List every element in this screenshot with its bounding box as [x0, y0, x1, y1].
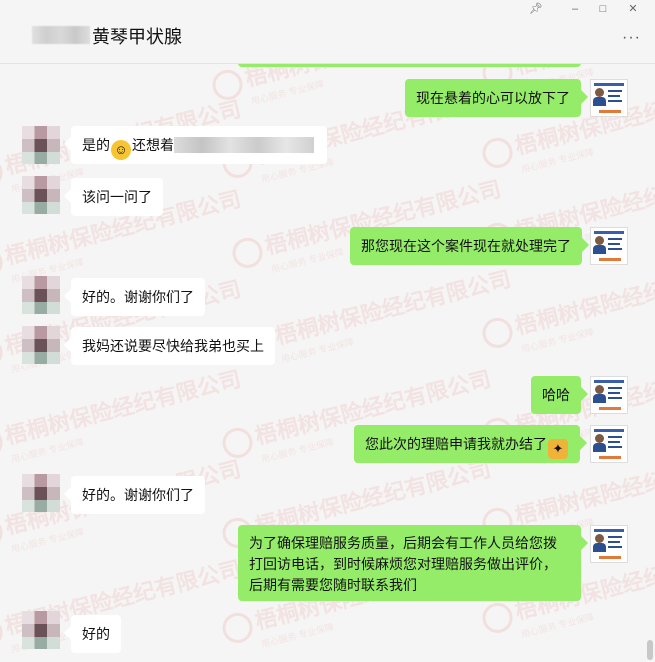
chat-title: 黄琴甲状腺	[92, 27, 182, 47]
maximize-icon[interactable]: □	[592, 2, 614, 16]
watermark: 梧桐树保险经纪有限公司用心服务 专业保障	[238, 261, 517, 374]
message-bubble[interactable]: 好的。谢谢你们了	[71, 476, 205, 514]
message-bubble[interactable]: 我妈还说要尽快给我弟也买上	[71, 327, 275, 365]
blurred-contact-name	[32, 26, 90, 44]
message-bubble[interactable]: 好的。谢谢你们了	[71, 278, 205, 316]
watermark: 梧桐树保险经纪有限公司用心服务 专业保障	[0, 361, 248, 474]
pin-icon[interactable]: 📌︎	[525, 2, 547, 16]
my-avatar[interactable]	[590, 376, 628, 414]
my-avatar[interactable]	[590, 79, 628, 117]
my-avatar[interactable]	[590, 525, 628, 563]
minimize-icon[interactable]: –	[564, 2, 586, 16]
message-bubble[interactable]: 现在悬着的心可以放下了	[405, 79, 581, 117]
blurred-text	[174, 137, 314, 153]
title-bar: 黄琴甲状腺 📌︎ – □ ✕ ···	[0, 0, 655, 64]
my-avatar[interactable]	[590, 227, 628, 265]
message-bubble[interactable]: 哈哈	[531, 376, 581, 414]
message-bubble[interactable]: 那您现在这个案件现在就处理完了	[350, 227, 582, 265]
watermark: 梧桐树保险经纪有限公司用心服务 专业保障	[478, 251, 655, 364]
message-bubble[interactable]: 是的 ☺ 还想着	[71, 126, 327, 164]
contact-avatar[interactable]	[22, 611, 60, 649]
contact-avatar[interactable]	[22, 126, 60, 164]
contact-avatar[interactable]	[22, 474, 60, 512]
message-bubble[interactable]: 该问一问了	[71, 178, 163, 216]
message-bubble-partial[interactable]	[238, 64, 581, 67]
more-options-button[interactable]: ···	[622, 30, 641, 46]
contact-avatar[interactable]	[22, 176, 60, 214]
message-bubble[interactable]: 好的	[71, 615, 121, 653]
close-icon[interactable]: ✕	[622, 2, 644, 16]
message-bubble[interactable]: 您此次的理赔申请我就办结了 ✦	[354, 425, 580, 463]
my-avatar[interactable]	[590, 425, 628, 463]
contact-avatar[interactable]	[22, 326, 60, 364]
grinning-face-emoji-icon: ☺	[111, 140, 131, 160]
contact-avatar[interactable]	[22, 276, 60, 314]
message-bubble[interactable]: 为了确保理赔服务质量，后期会有工作人员给您拨打回访电话，到时候麻烦您对理赔服务做…	[238, 525, 581, 601]
chat-area[interactable]: 梧桐树保险经纪有限公司用心服务 专业保障 梧桐树保险经纪有限公司用心服务 专业保…	[0, 64, 655, 662]
handshake-emoji-icon: ✦	[548, 439, 568, 459]
scrollbar[interactable]	[647, 640, 653, 660]
